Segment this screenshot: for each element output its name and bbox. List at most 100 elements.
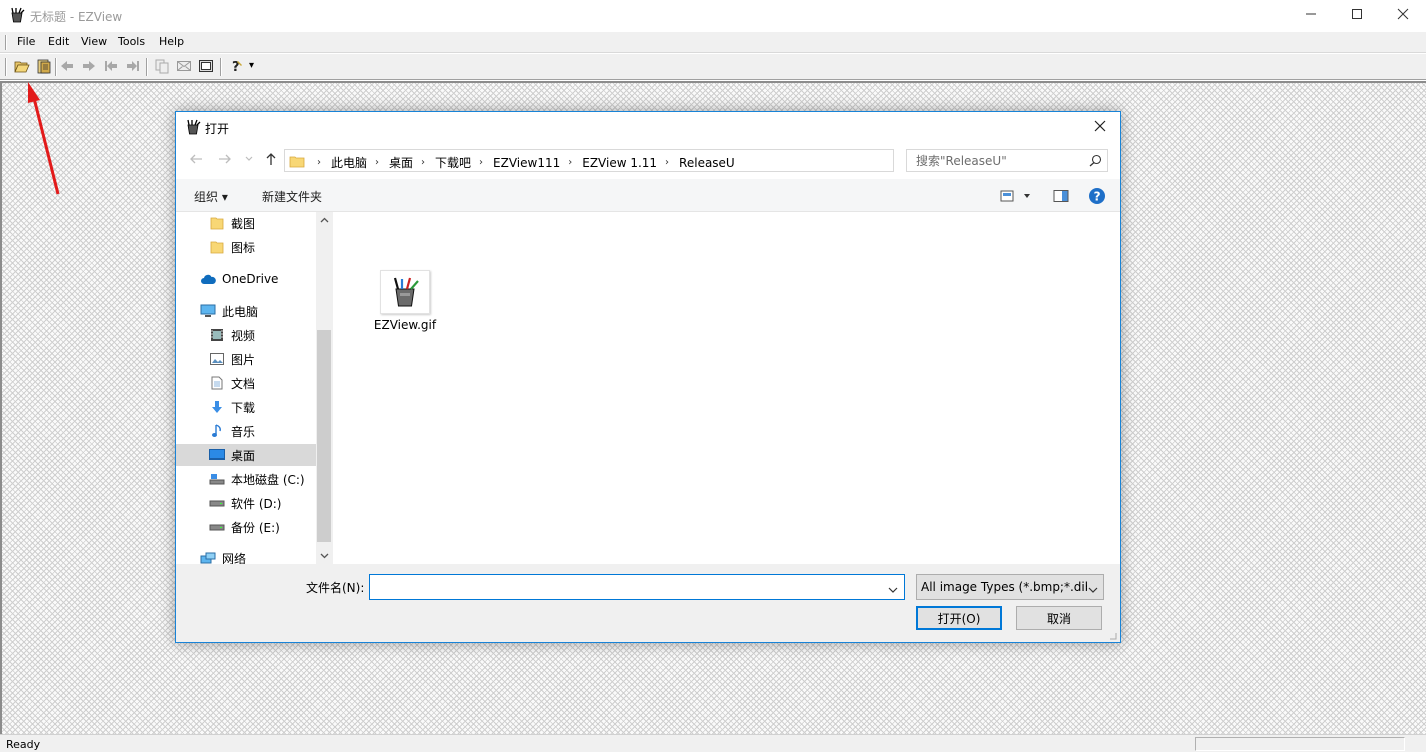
pictures-icon bbox=[209, 351, 225, 367]
fullscreen-button[interactable] bbox=[196, 57, 216, 77]
nav-item-music[interactable]: 音乐 bbox=[176, 420, 316, 442]
scroll-down-button[interactable] bbox=[316, 548, 332, 564]
status-text: Ready bbox=[6, 738, 41, 751]
menu-file[interactable]: File bbox=[14, 35, 38, 48]
breadcrumb-ezview-version[interactable]: EZView 1.11 bbox=[582, 156, 657, 170]
last-icon bbox=[125, 58, 141, 77]
ezview-app-icon bbox=[9, 7, 25, 23]
window-title: 无标题 - EZView bbox=[30, 10, 123, 24]
open-folder-icon bbox=[14, 58, 30, 77]
close-button[interactable] bbox=[1380, 0, 1426, 31]
menu-edit[interactable]: Edit bbox=[45, 35, 72, 48]
open-file-button[interactable] bbox=[12, 57, 32, 77]
previous-button[interactable] bbox=[57, 57, 77, 77]
nav-item-documents[interactable]: 文档 bbox=[176, 372, 316, 394]
browse-button[interactable] bbox=[34, 57, 54, 77]
breadcrumb-downloads[interactable]: 下载吧 bbox=[435, 154, 471, 171]
toolbar-separator bbox=[220, 58, 222, 76]
back-arrow-icon bbox=[189, 152, 203, 169]
nav-item-onedrive[interactable]: OneDrive bbox=[176, 268, 316, 290]
last-button[interactable] bbox=[123, 57, 143, 77]
search-input[interactable] bbox=[908, 151, 1078, 170]
address-bar[interactable]: › 此电脑 › 桌面 › 下载吧 › EZView111 › EZView 1.… bbox=[284, 149, 998, 172]
fullscreen-icon bbox=[198, 58, 214, 77]
next-button[interactable] bbox=[79, 57, 99, 77]
file-list-pane[interactable]: EZView.gif bbox=[332, 212, 1120, 564]
breadcrumb-this-pc[interactable]: 此电脑 bbox=[331, 154, 367, 171]
nav-item-screenshots[interactable]: 截图 bbox=[176, 212, 316, 234]
organize-button[interactable]: 组织 ▾ bbox=[194, 188, 228, 205]
file-type-value: All image Types (*.bmp;*.dib bbox=[921, 580, 1087, 594]
forward-button[interactable] bbox=[216, 151, 234, 169]
nav-item-label: 下载 bbox=[231, 400, 256, 415]
help-button[interactable]: ? bbox=[1088, 187, 1106, 208]
nav-item-label: 截图 bbox=[231, 216, 256, 231]
chevron-down-icon bbox=[320, 553, 328, 559]
file-item[interactable]: EZView.gif bbox=[369, 270, 441, 332]
breadcrumb-desktop[interactable]: 桌面 bbox=[389, 154, 413, 171]
new-folder-button[interactable]: 新建文件夹 bbox=[262, 188, 322, 205]
nav-item-backup-e[interactable]: 备份 (E:) bbox=[176, 516, 316, 538]
close-icon bbox=[1397, 8, 1409, 23]
email-button[interactable] bbox=[174, 57, 194, 77]
back-button[interactable] bbox=[187, 151, 205, 169]
folder-icon bbox=[209, 239, 225, 255]
minimize-button[interactable] bbox=[1288, 0, 1334, 31]
nav-item-local-disk-c[interactable]: 本地磁盘 (C:) bbox=[176, 468, 316, 490]
breadcrumb-separator-icon: › bbox=[317, 157, 321, 168]
menu-tools[interactable]: Tools bbox=[115, 35, 148, 48]
view-options-button[interactable] bbox=[1000, 189, 1032, 206]
app-titlebar: 无标题 - EZView bbox=[0, 0, 1426, 32]
chevron-down-icon[interactable] bbox=[888, 583, 898, 597]
forward-arrow-icon bbox=[218, 152, 232, 169]
up-arrow-icon bbox=[264, 152, 278, 169]
svg-text:?: ? bbox=[1094, 190, 1101, 204]
filename-combobox[interactable] bbox=[369, 574, 905, 600]
file-type-select[interactable]: All image Types (*.bmp;*.dib bbox=[916, 574, 1104, 600]
up-button[interactable] bbox=[262, 151, 280, 169]
scroll-up-button[interactable] bbox=[316, 212, 332, 228]
preview-pane-button[interactable] bbox=[1053, 189, 1069, 206]
breadcrumb-separator-icon: › bbox=[421, 157, 426, 168]
breadcrumb-releaseu[interactable]: ReleaseU bbox=[679, 156, 735, 170]
nav-item-videos[interactable]: 视频 bbox=[176, 324, 316, 346]
scrollbar-thumb[interactable] bbox=[317, 330, 331, 542]
dialog-titlebar: 打开 bbox=[176, 112, 1120, 142]
dialog-close-button[interactable] bbox=[1080, 112, 1120, 142]
nav-item-icons[interactable]: 图标 bbox=[176, 236, 316, 258]
search-box[interactable] bbox=[906, 149, 1108, 172]
first-button[interactable] bbox=[101, 57, 121, 77]
dialog-title: 打开 bbox=[205, 122, 230, 136]
navigation-scrollbar[interactable] bbox=[316, 212, 332, 564]
nav-item-label: 图片 bbox=[231, 352, 256, 367]
cancel-button[interactable]: 取消 bbox=[1016, 606, 1102, 630]
folder-icon bbox=[289, 153, 305, 172]
nav-item-downloads[interactable]: 下载 bbox=[176, 396, 316, 418]
nav-item-pictures[interactable]: 图片 bbox=[176, 348, 316, 370]
help-button[interactable]: ? bbox=[226, 57, 246, 77]
search-icon bbox=[1089, 154, 1102, 170]
nav-item-this-pc[interactable]: 此电脑 bbox=[176, 300, 316, 322]
recent-locations-button[interactable] bbox=[240, 151, 258, 169]
breadcrumb-separator-icon: › bbox=[479, 157, 484, 168]
breadcrumb-ezview111[interactable]: EZView111 bbox=[493, 156, 560, 170]
maximize-button[interactable] bbox=[1334, 0, 1380, 31]
dialog-content: 截图 图标 OneDrive 此电脑 视频 图片 文档 下载 音乐 桌面 本地磁… bbox=[176, 211, 1120, 566]
menu-view[interactable]: View bbox=[78, 35, 110, 48]
dialog-command-bar: 组织 ▾ 新建文件夹 ? bbox=[176, 178, 1120, 211]
help-icon: ? bbox=[1089, 188, 1105, 204]
resize-grip-icon[interactable] bbox=[1107, 629, 1117, 640]
menu-help[interactable]: Help bbox=[156, 35, 187, 48]
chevron-down-icon bbox=[1088, 583, 1098, 597]
help-dropdown-icon[interactable]: ▾ bbox=[249, 60, 254, 71]
toolbar-grip bbox=[5, 58, 7, 76]
copy-button[interactable] bbox=[152, 57, 172, 77]
nav-item-desktop[interactable]: 桌面 bbox=[176, 444, 316, 466]
filename-label: 文件名(N): bbox=[306, 581, 365, 595]
open-button[interactable]: 打开(O) bbox=[916, 606, 1002, 630]
breadcrumb-separator-icon: › bbox=[568, 157, 573, 168]
dialog-footer: 文件名(N): All image Types (*.bmp;*.dib 打开(… bbox=[176, 564, 1120, 642]
nav-item-software-d[interactable]: 软件 (D:) bbox=[176, 492, 316, 514]
filename-input[interactable] bbox=[371, 576, 881, 598]
forward-arrow-icon bbox=[81, 58, 97, 77]
